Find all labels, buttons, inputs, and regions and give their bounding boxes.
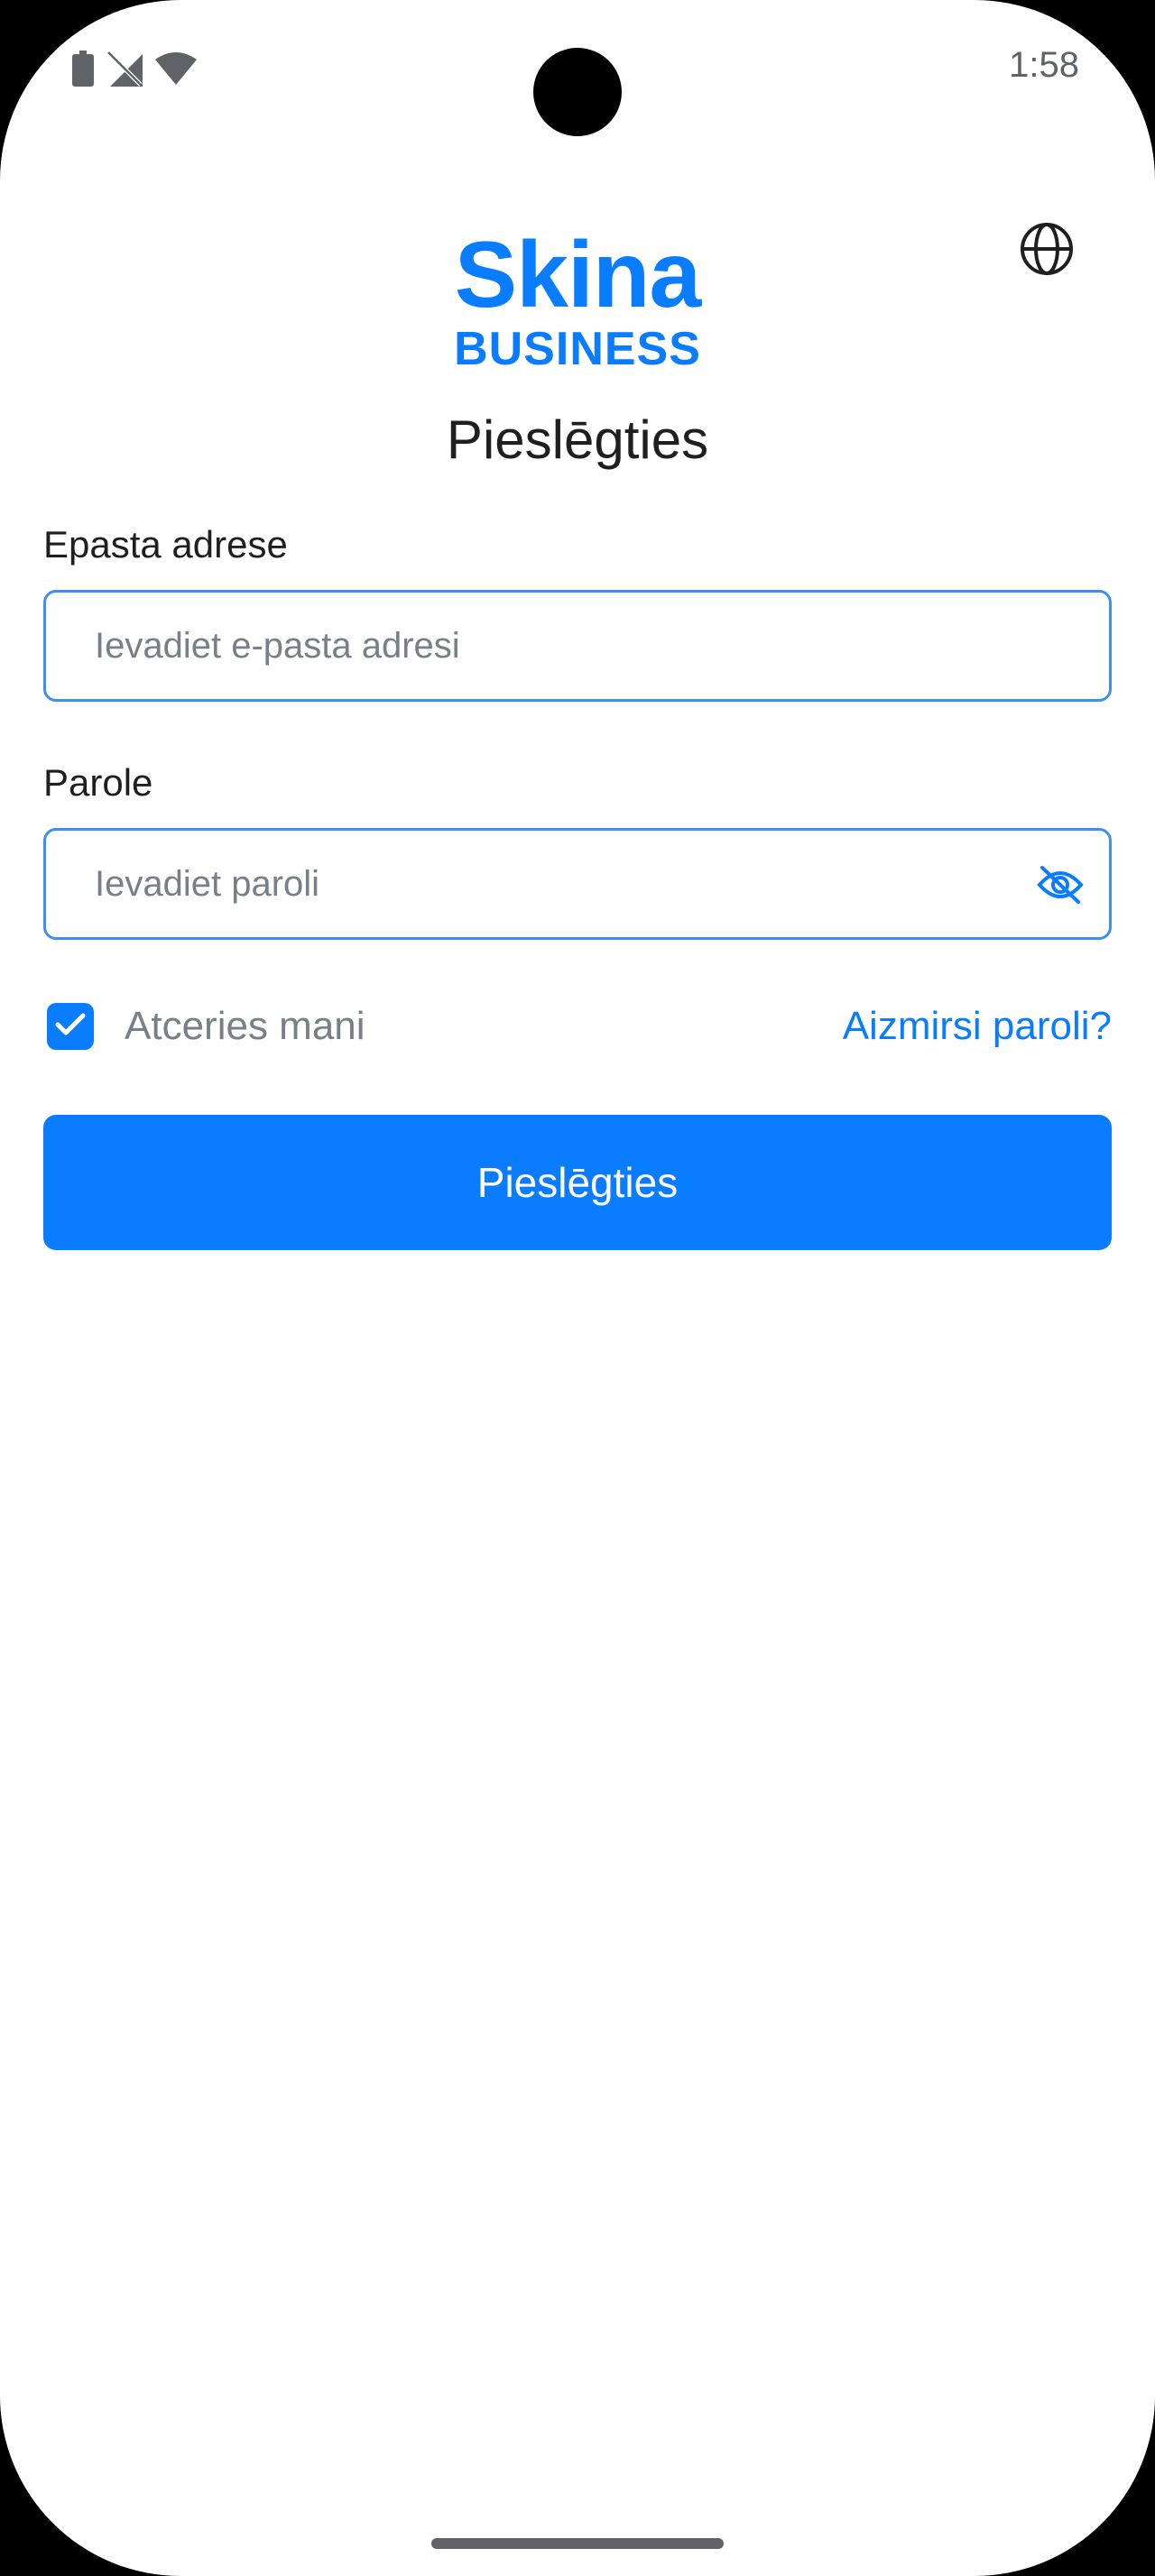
home-indicator[interactable]: [431, 2538, 724, 2549]
status-time: 1:58: [1009, 45, 1079, 85]
password-field-box: [43, 828, 1112, 940]
email-label: Epasta adrese: [43, 523, 288, 566]
status-icons: [72, 51, 197, 91]
remember-row: Atceries mani Aizmirsi paroli?: [43, 999, 1112, 1057]
no-signal-icon: [106, 51, 143, 91]
battery-icon: [72, 51, 94, 91]
email-field[interactable]: [46, 593, 1109, 699]
eye-off-icon: [1037, 865, 1084, 909]
wifi-icon: [155, 52, 197, 89]
password-field[interactable]: [46, 831, 1109, 937]
phone-screen: 1:58 Skina BUSINESS Pieslēgties Epasta a…: [0, 0, 1155, 2576]
password-label: Parole: [43, 761, 153, 804]
email-field-box: [43, 590, 1112, 702]
app-logo: Skina BUSINESS: [0, 223, 1155, 375]
logo-text-bottom: BUSINESS: [454, 323, 701, 375]
logo-text-top: Skina: [454, 223, 701, 327]
remember-me-checkbox[interactable]: [47, 1003, 94, 1050]
front-camera: [533, 48, 622, 136]
checkmark-icon: [54, 1011, 87, 1043]
toggle-password-visibility-button[interactable]: [1035, 861, 1086, 912]
page-title: Pieslēgties: [446, 409, 709, 470]
remember-me-label[interactable]: Atceries mani: [125, 1001, 365, 1052]
status-bar: 1:58: [0, 0, 1155, 144]
login-button[interactable]: Pieslēgties: [43, 1115, 1112, 1250]
forgot-password-link[interactable]: Aizmirsi paroli?: [843, 1001, 1112, 1052]
